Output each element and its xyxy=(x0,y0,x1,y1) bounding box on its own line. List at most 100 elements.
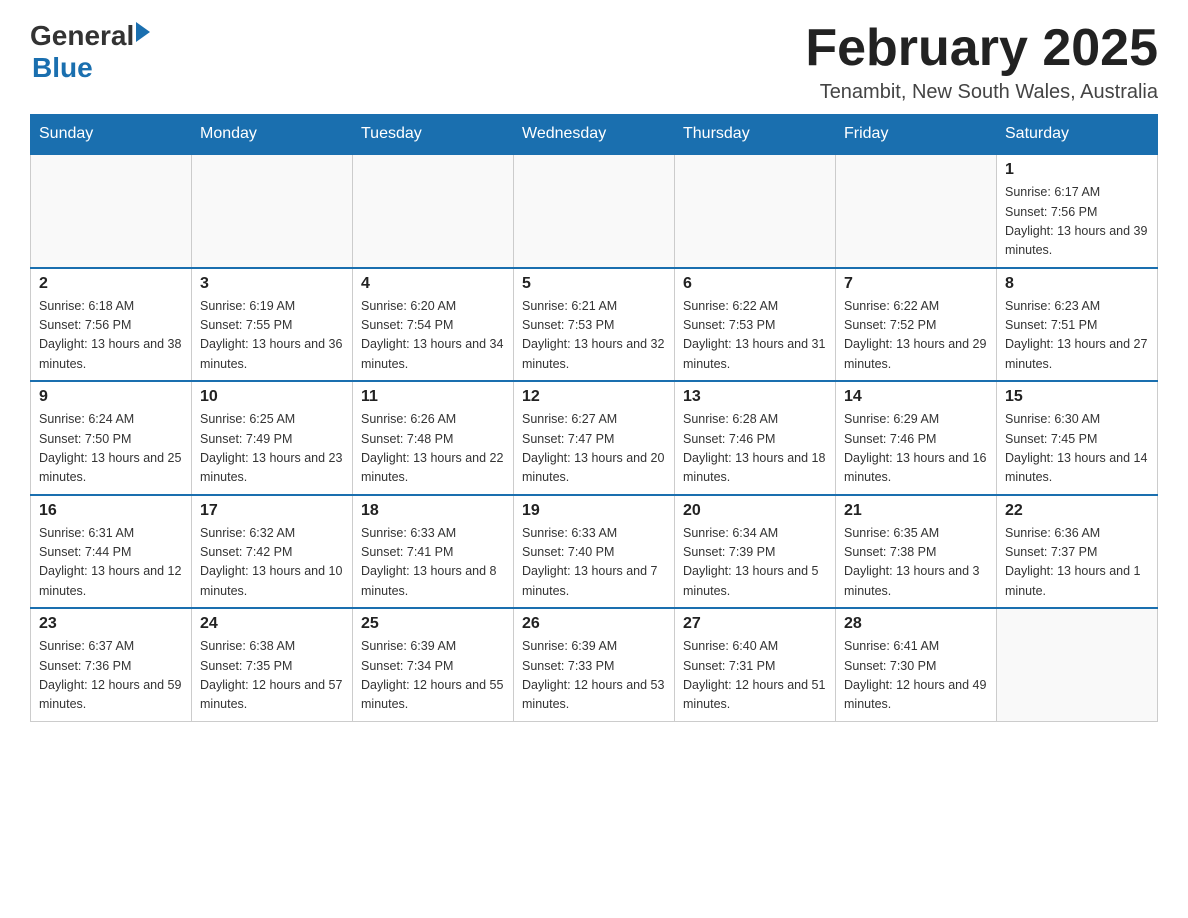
table-row xyxy=(997,608,1158,721)
table-row: 28 Sunrise: 6:41 AMSunset: 7:30 PMDayligh… xyxy=(836,608,997,721)
day-number: 9 xyxy=(39,388,183,406)
table-row: 18 Sunrise: 6:33 AMSunset: 7:41 PMDayligh… xyxy=(353,495,514,609)
day-number: 10 xyxy=(200,388,344,406)
table-row: 1Sunrise: 6:17 AMSunset: 7:56 PMDaylight… xyxy=(997,154,1158,268)
table-row xyxy=(675,154,836,268)
day-info: Sunrise: 6:40 AMSunset: 7:31 PMDaylight:… xyxy=(683,637,827,715)
day-info: Sunrise: 6:39 AMSunset: 7:34 PMDaylight:… xyxy=(361,637,505,715)
day-info: Sunrise: 6:37 AMSunset: 7:36 PMDaylight:… xyxy=(39,637,183,715)
day-number: 16 xyxy=(39,502,183,520)
table-row: 10 Sunrise: 6:25 AMSunset: 7:49 PMDayligh… xyxy=(192,381,353,495)
calendar-week-row: 1Sunrise: 6:17 AMSunset: 7:56 PMDaylight… xyxy=(31,154,1158,268)
day-number: 3 xyxy=(200,275,344,293)
table-row: 24 Sunrise: 6:38 AMSunset: 7:35 PMDayligh… xyxy=(192,608,353,721)
day-number: 20 xyxy=(683,502,827,520)
day-info: Sunrise: 6:39 AMSunset: 7:33 PMDaylight:… xyxy=(522,637,666,715)
header-saturday: Saturday xyxy=(997,115,1158,155)
day-number: 21 xyxy=(844,502,988,520)
day-info: Sunrise: 6:20 AMSunset: 7:54 PMDaylight:… xyxy=(361,297,505,375)
table-row: 3 Sunrise: 6:19 AMSunset: 7:55 PMDaylight… xyxy=(192,268,353,382)
table-row xyxy=(353,154,514,268)
day-info: Sunrise: 6:22 AMSunset: 7:53 PMDaylight:… xyxy=(683,297,827,375)
table-row: 2 Sunrise: 6:18 AMSunset: 7:56 PMDaylight… xyxy=(31,268,192,382)
day-info: Sunrise: 6:38 AMSunset: 7:35 PMDaylight:… xyxy=(200,637,344,715)
day-number: 28 xyxy=(844,615,988,633)
table-row: 17 Sunrise: 6:32 AMSunset: 7:42 PMDayligh… xyxy=(192,495,353,609)
day-number: 8 xyxy=(1005,275,1149,293)
table-row xyxy=(514,154,675,268)
day-number: 27 xyxy=(683,615,827,633)
table-row: 14 Sunrise: 6:29 AMSunset: 7:46 PMDayligh… xyxy=(836,381,997,495)
day-number: 5 xyxy=(522,275,666,293)
day-info: Sunrise: 6:41 AMSunset: 7:30 PMDaylight:… xyxy=(844,637,988,715)
day-info: Sunrise: 6:25 AMSunset: 7:49 PMDaylight:… xyxy=(200,410,344,488)
table-row: 19 Sunrise: 6:33 AMSunset: 7:40 PMDayligh… xyxy=(514,495,675,609)
day-info: Sunrise: 6:17 AMSunset: 7:56 PMDaylight:… xyxy=(1005,183,1149,261)
table-row: 9 Sunrise: 6:24 AMSunset: 7:50 PMDaylight… xyxy=(31,381,192,495)
calendar-location: Tenambit, New South Wales, Australia xyxy=(805,81,1158,104)
table-row: 21 Sunrise: 6:35 AMSunset: 7:38 PMDayligh… xyxy=(836,495,997,609)
calendar-week-row: 16 Sunrise: 6:31 AMSunset: 7:44 PMDayligh… xyxy=(31,495,1158,609)
day-info: Sunrise: 6:21 AMSunset: 7:53 PMDaylight:… xyxy=(522,297,666,375)
header-wednesday: Wednesday xyxy=(514,115,675,155)
table-row: 12 Sunrise: 6:27 AMSunset: 7:47 PMDayligh… xyxy=(514,381,675,495)
calendar-week-row: 23Sunrise: 6:37 AMSunset: 7:36 PMDayligh… xyxy=(31,608,1158,721)
day-number: 24 xyxy=(200,615,344,633)
table-row: 16 Sunrise: 6:31 AMSunset: 7:44 PMDayligh… xyxy=(31,495,192,609)
day-number: 2 xyxy=(39,275,183,293)
day-info: Sunrise: 6:29 AMSunset: 7:46 PMDaylight:… xyxy=(844,410,988,488)
day-info: Sunrise: 6:24 AMSunset: 7:50 PMDaylight:… xyxy=(39,410,183,488)
day-info: Sunrise: 6:30 AMSunset: 7:45 PMDaylight:… xyxy=(1005,410,1149,488)
day-info: Sunrise: 6:27 AMSunset: 7:47 PMDaylight:… xyxy=(522,410,666,488)
day-number: 7 xyxy=(844,275,988,293)
table-row: 4 Sunrise: 6:20 AMSunset: 7:54 PMDaylight… xyxy=(353,268,514,382)
calendar-table: Sunday Monday Tuesday Wednesday Thursday… xyxy=(30,114,1158,722)
table-row: 6Sunrise: 6:22 AMSunset: 7:53 PMDaylight… xyxy=(675,268,836,382)
table-row xyxy=(836,154,997,268)
table-row: 5 Sunrise: 6:21 AMSunset: 7:53 PMDaylight… xyxy=(514,268,675,382)
day-info: Sunrise: 6:19 AMSunset: 7:55 PMDaylight:… xyxy=(200,297,344,375)
table-row xyxy=(31,154,192,268)
day-info: Sunrise: 6:36 AMSunset: 7:37 PMDaylight:… xyxy=(1005,524,1149,602)
logo-general-text: General xyxy=(30,20,134,52)
table-row: 22Sunrise: 6:36 AMSunset: 7:37 PMDayligh… xyxy=(997,495,1158,609)
day-info: Sunrise: 6:26 AMSunset: 7:48 PMDaylight:… xyxy=(361,410,505,488)
day-info: Sunrise: 6:31 AMSunset: 7:44 PMDaylight:… xyxy=(39,524,183,602)
day-info: Sunrise: 6:33 AMSunset: 7:41 PMDaylight:… xyxy=(361,524,505,602)
logo-blue-text: Blue xyxy=(32,52,150,84)
table-row: 25 Sunrise: 6:39 AMSunset: 7:34 PMDayligh… xyxy=(353,608,514,721)
table-row: 27 Sunrise: 6:40 AMSunset: 7:31 PMDayligh… xyxy=(675,608,836,721)
day-info: Sunrise: 6:22 AMSunset: 7:52 PMDaylight:… xyxy=(844,297,988,375)
logo: General Blue xyxy=(30,20,150,84)
day-number: 25 xyxy=(361,615,505,633)
table-row: 11Sunrise: 6:26 AMSunset: 7:48 PMDayligh… xyxy=(353,381,514,495)
header-sunday: Sunday xyxy=(31,115,192,155)
day-number: 26 xyxy=(522,615,666,633)
calendar-header-row: Sunday Monday Tuesday Wednesday Thursday… xyxy=(31,115,1158,155)
header-monday: Monday xyxy=(192,115,353,155)
table-row: 7 Sunrise: 6:22 AMSunset: 7:52 PMDaylight… xyxy=(836,268,997,382)
day-number: 19 xyxy=(522,502,666,520)
day-info: Sunrise: 6:34 AMSunset: 7:39 PMDaylight:… xyxy=(683,524,827,602)
day-number: 15 xyxy=(1005,388,1149,406)
header-friday: Friday xyxy=(836,115,997,155)
calendar-week-row: 9 Sunrise: 6:24 AMSunset: 7:50 PMDaylight… xyxy=(31,381,1158,495)
logo-arrow-icon xyxy=(136,22,150,42)
table-row: 23Sunrise: 6:37 AMSunset: 7:36 PMDayligh… xyxy=(31,608,192,721)
table-row: 8 Sunrise: 6:23 AMSunset: 7:51 PMDaylight… xyxy=(997,268,1158,382)
day-info: Sunrise: 6:33 AMSunset: 7:40 PMDaylight:… xyxy=(522,524,666,602)
day-number: 12 xyxy=(522,388,666,406)
day-info: Sunrise: 6:23 AMSunset: 7:51 PMDaylight:… xyxy=(1005,297,1149,375)
header-thursday: Thursday xyxy=(675,115,836,155)
day-info: Sunrise: 6:35 AMSunset: 7:38 PMDaylight:… xyxy=(844,524,988,602)
day-info: Sunrise: 6:18 AMSunset: 7:56 PMDaylight:… xyxy=(39,297,183,375)
day-number: 4 xyxy=(361,275,505,293)
day-info: Sunrise: 6:32 AMSunset: 7:42 PMDaylight:… xyxy=(200,524,344,602)
day-number: 18 xyxy=(361,502,505,520)
table-row: 15 Sunrise: 6:30 AMSunset: 7:45 PMDayligh… xyxy=(997,381,1158,495)
day-number: 14 xyxy=(844,388,988,406)
day-number: 17 xyxy=(200,502,344,520)
calendar-title: February 2025 xyxy=(805,20,1158,77)
table-row: 26 Sunrise: 6:39 AMSunset: 7:33 PMDayligh… xyxy=(514,608,675,721)
day-number: 13 xyxy=(683,388,827,406)
